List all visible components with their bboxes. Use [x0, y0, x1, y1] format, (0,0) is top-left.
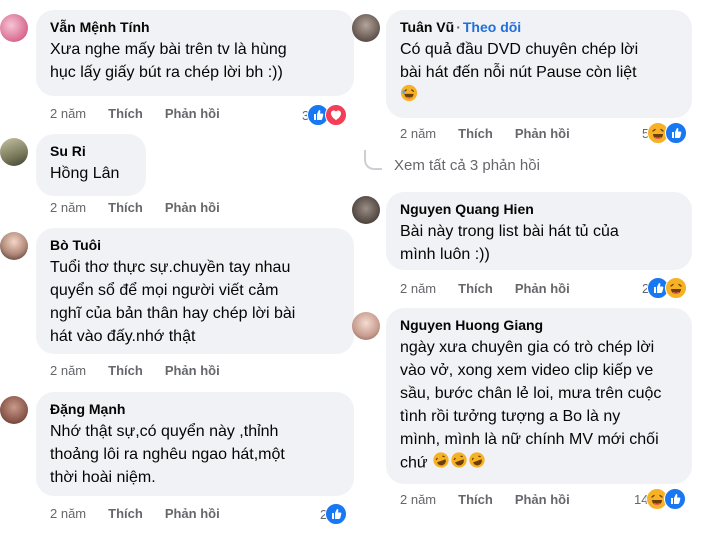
author-name[interactable]: Su Ri: [50, 142, 132, 160]
comment-text: Hồng Lân: [50, 165, 120, 182]
like-link[interactable]: Thích: [108, 363, 143, 378]
comment-bubble: Đặng Mạnh Nhớ thật sự,có quyển này ,thỉn…: [36, 392, 354, 496]
like-icon: [325, 503, 348, 525]
rolling-laughing-emoji-icon: [432, 451, 486, 476]
reply-thread-line: [364, 150, 382, 170]
comment-bubble: Tuân Vũ · Theo dõi Có quả đầu DVD chuyên…: [386, 10, 692, 118]
comment-actions: 2 năm Thích Phản hồi: [400, 126, 592, 141]
reaction-summary[interactable]: 14: [632, 488, 689, 510]
comment-bubble: Vẫn Mệnh Tính Xưa nghe mấy bài trên tv l…: [36, 10, 354, 96]
comment-text: Tuổi thơ thực sự.chuyền tay nhau quyển sổ…: [50, 259, 296, 345]
follow-link[interactable]: Theo dõi: [463, 18, 521, 36]
comment-bubble: Nguyen Huong Giang ngày xưa chuyên gia c…: [386, 308, 692, 484]
avatar[interactable]: [0, 232, 28, 260]
reply-link[interactable]: Phản hồi: [165, 363, 220, 378]
like-link[interactable]: Thích: [108, 200, 143, 215]
like-icon: [665, 122, 688, 144]
reply-link[interactable]: Phản hồi: [165, 506, 220, 521]
avatar[interactable]: [0, 138, 28, 166]
comment-actions: 2 năm Thích Phản hồi: [400, 281, 592, 296]
like-link[interactable]: Thích: [108, 506, 143, 521]
reply-link[interactable]: Phản hồi: [165, 200, 220, 215]
avatar[interactable]: [0, 14, 28, 42]
comment-actions: 2 năm Thích Phản hồi: [50, 506, 242, 521]
reaction-summary[interactable]: 3: [300, 104, 350, 126]
comment-text: Có quả đầu DVD chuyên chép lời bài hát đế…: [400, 38, 678, 109]
author-name[interactable]: Nguyen Quang Hien: [400, 200, 678, 218]
love-icon: [325, 104, 348, 126]
timestamp[interactable]: 2 năm: [400, 492, 436, 507]
timestamp[interactable]: 2 năm: [50, 506, 86, 521]
comment-text: ngày xưa chuyên gia có trò chép lời vào v…: [400, 336, 678, 476]
timestamp[interactable]: 2 năm: [50, 200, 86, 215]
timestamp[interactable]: 2 năm: [50, 363, 86, 378]
comment-actions: 2 năm Thích Phản hồi: [400, 492, 592, 507]
comment-text: Nhớ thật sự,có quyển này ,thỉnh thoảng lô…: [50, 423, 285, 486]
like-link[interactable]: Thích: [458, 126, 493, 141]
comment-text: Bài này trong list bài hát tủ của mình lu…: [400, 223, 619, 263]
separator-dot: ·: [456, 19, 461, 35]
reply-link[interactable]: Phản hồi: [515, 126, 570, 141]
timestamp[interactable]: 2 năm: [400, 281, 436, 296]
reaction-summary[interactable]: 2: [640, 277, 690, 299]
view-all-replies-link[interactable]: Xem tất cả 3 phản hồi: [394, 157, 540, 174]
comment-actions: 2 năm Thích Phản hồi: [50, 200, 242, 215]
haha-icon: [665, 277, 688, 299]
reply-link[interactable]: Phản hồi: [515, 492, 570, 507]
avatar[interactable]: [352, 14, 380, 42]
author-name[interactable]: Vẫn Mệnh Tính: [50, 18, 340, 36]
comment-actions: 2 năm Thích Phản hồi: [50, 106, 242, 121]
avatar[interactable]: [352, 312, 380, 340]
like-icon: [664, 488, 687, 510]
author-name[interactable]: Đặng Mạnh: [50, 400, 340, 418]
reply-link[interactable]: Phản hồi: [165, 106, 220, 121]
author-name[interactable]: Bò Tuôi: [50, 236, 340, 254]
comment-bubble: Bò Tuôi Tuổi thơ thực sự.chuyền tay nhau…: [36, 228, 354, 354]
comment-bubble: Nguyen Quang Hien Bài này trong list bài…: [386, 192, 692, 270]
like-link[interactable]: Thích: [108, 106, 143, 121]
comment-text: Xưa nghe mấy bài trên tv là hùng hục lấy …: [50, 41, 287, 81]
avatar[interactable]: [0, 396, 28, 424]
view-replies-text: Xem tất cả 3 phản hồi: [394, 157, 540, 174]
like-link[interactable]: Thích: [458, 492, 493, 507]
timestamp[interactable]: 2 năm: [400, 126, 436, 141]
like-link[interactable]: Thích: [458, 281, 493, 296]
author-name[interactable]: Tuân Vũ: [400, 18, 454, 36]
comment-bubble: Su Ri Hồng Lân: [36, 134, 146, 196]
reaction-summary[interactable]: 5: [640, 122, 690, 144]
author-name[interactable]: Nguyen Huong Giang: [400, 316, 678, 334]
reply-link[interactable]: Phản hồi: [515, 281, 570, 296]
comment-actions: 2 năm Thích Phản hồi: [50, 363, 242, 378]
laughing-emoji-icon: [400, 84, 418, 109]
author-row: Tuân Vũ · Theo dõi: [400, 18, 678, 36]
avatar[interactable]: [352, 196, 380, 224]
timestamp[interactable]: 2 năm: [50, 106, 86, 121]
reaction-summary[interactable]: 2: [318, 503, 350, 525]
